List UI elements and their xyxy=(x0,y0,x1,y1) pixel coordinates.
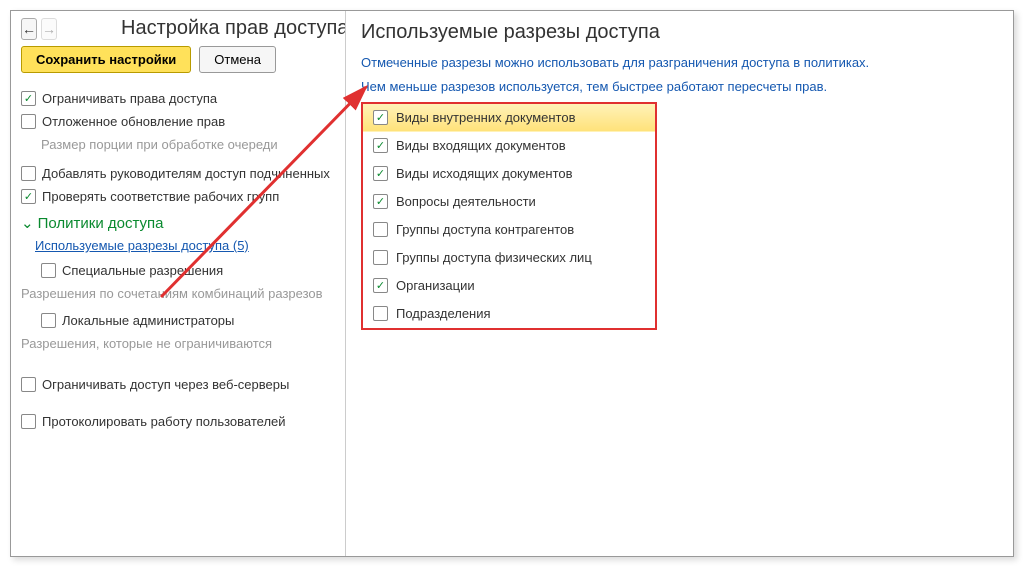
list-item[interactable]: ✓ Виды входящих документов xyxy=(363,132,655,160)
combo-hint: Разрешения по сочетаниям комбинаций разр… xyxy=(21,282,341,309)
list-item[interactable]: ✓ Виды исходящих документов xyxy=(363,160,655,188)
check-groups-checkbox[interactable]: ✓ xyxy=(21,189,36,204)
list-item-label: Виды внутренних документов xyxy=(396,110,576,125)
policies-section-toggle[interactable]: ⌄ Политики доступа xyxy=(21,208,341,234)
local-admins-checkbox[interactable] xyxy=(41,313,56,328)
cancel-button[interactable]: Отмена xyxy=(199,46,276,73)
restrict-web-label: Ограничивать доступ через веб-серверы xyxy=(42,377,289,392)
add-managers-checkbox[interactable] xyxy=(21,166,36,181)
arrow-right-icon: → xyxy=(42,21,56,37)
list-item[interactable]: Группы доступа контрагентов xyxy=(363,216,655,244)
right-panel-title: Используемые разрезы доступа xyxy=(361,21,1003,44)
save-button[interactable]: Сохранить настройки xyxy=(21,46,191,73)
local-admins-label: Локальные администраторы xyxy=(62,313,234,328)
list-item-checkbox[interactable]: ✓ xyxy=(373,194,388,209)
list-item-checkbox[interactable] xyxy=(373,222,388,237)
nav-back-button[interactable]: ← xyxy=(21,18,37,40)
list-item[interactable]: Группы доступа физических лиц xyxy=(363,244,655,272)
nav-forward-button[interactable]: → xyxy=(41,18,57,40)
list-item-label: Организации xyxy=(396,278,475,293)
list-item-label: Виды исходящих документов xyxy=(396,166,573,181)
check-groups-label: Проверять соответствие рабочих групп xyxy=(42,189,279,204)
list-item-checkbox[interactable]: ✓ xyxy=(373,278,388,293)
chevron-down-icon: ⌄ xyxy=(21,214,34,232)
list-item-checkbox[interactable]: ✓ xyxy=(373,166,388,181)
used-sections-link[interactable]: Используемые разрезы доступа (5) xyxy=(21,234,341,259)
left-panel: ← → Настройка прав доступа Сохранить нас… xyxy=(11,11,346,556)
restrict-rights-checkbox[interactable]: ✓ xyxy=(21,91,36,106)
right-info-1: Отмеченные разрезы можно использовать дл… xyxy=(361,54,1003,72)
list-item-checkbox[interactable]: ✓ xyxy=(373,138,388,153)
portion-hint: Размер порции при обработке очереди xyxy=(21,133,341,162)
unlimited-hint: Разрешения, которые не ограничиваются xyxy=(21,332,341,359)
special-permissions-label: Специальные разрешения xyxy=(62,263,223,278)
deferred-update-checkbox[interactable] xyxy=(21,114,36,129)
list-item[interactable]: ✓ Виды внутренних документов xyxy=(363,104,655,132)
list-item-label: Подразделения xyxy=(396,306,491,321)
sections-list: ✓ Виды внутренних документов ✓ Виды входящи… xyxy=(361,102,657,330)
list-item-label: Виды входящих документов xyxy=(396,138,566,153)
list-item-label: Группы доступа физических лиц xyxy=(396,250,592,265)
policies-section-label: Политики доступа xyxy=(38,215,164,232)
right-panel: Используемые разрезы доступа Отмеченные … xyxy=(347,11,1013,556)
right-info-2: Чем меньше разрезов используется, тем бы… xyxy=(361,78,1003,96)
list-item-label: Группы доступа контрагентов xyxy=(396,222,574,237)
restrict-rights-label: Ограничивать права доступа xyxy=(42,91,217,106)
list-item-checkbox[interactable] xyxy=(373,306,388,321)
restrict-web-checkbox[interactable] xyxy=(21,377,36,392)
deferred-update-label: Отложенное обновление прав xyxy=(42,114,225,129)
list-item-checkbox[interactable]: ✓ xyxy=(373,110,388,125)
log-users-label: Протоколировать работу пользователей xyxy=(42,414,286,429)
page-title: Настройка прав доступа xyxy=(121,17,346,40)
list-item[interactable]: ✓ Вопросы деятельности xyxy=(363,188,655,216)
add-managers-label: Добавлять руководителям доступ подчиненн… xyxy=(42,166,330,181)
arrow-left-icon: ← xyxy=(22,21,36,37)
special-permissions-checkbox[interactable] xyxy=(41,263,56,278)
list-item-label: Вопросы деятельности xyxy=(396,194,536,209)
list-item[interactable]: Подразделения xyxy=(363,300,655,328)
list-item-checkbox[interactable] xyxy=(373,250,388,265)
log-users-checkbox[interactable] xyxy=(21,414,36,429)
list-item[interactable]: ✓ Организации xyxy=(363,272,655,300)
